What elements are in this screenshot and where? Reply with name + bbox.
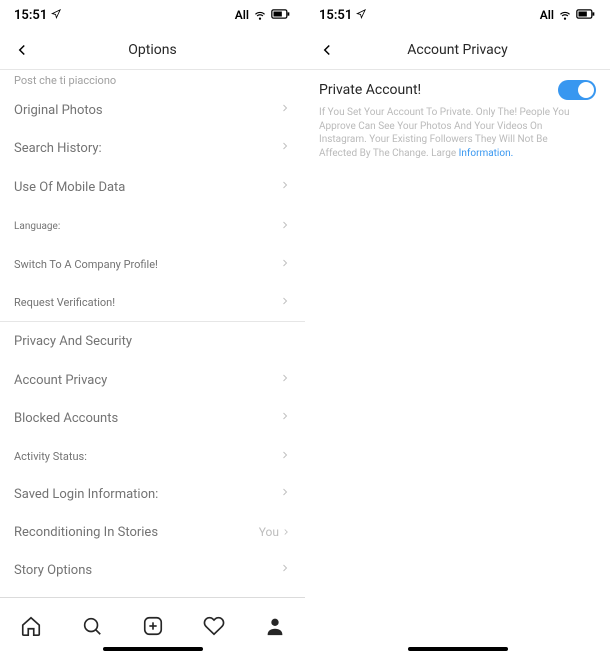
location-icon xyxy=(356,9,366,22)
item-account-privacy[interactable]: Account Privacy xyxy=(0,361,305,399)
page-title: Account Privacy xyxy=(407,42,508,58)
item-saved-login[interactable]: Saved Login Information: xyxy=(0,475,305,513)
info-link[interactable]: Information. xyxy=(459,148,514,159)
item-activity-status[interactable]: Activity Status: xyxy=(0,437,305,475)
chevron-right-icon xyxy=(279,486,291,502)
truncated-item: Post che ti piacciono xyxy=(0,70,305,91)
item-label: Switch To A Company Profile! xyxy=(14,258,158,271)
status-time: 15:51 xyxy=(14,8,47,23)
private-account-description: If You Set Your Account To Private. Only… xyxy=(319,106,596,160)
chevron-right-icon xyxy=(279,410,291,426)
back-button[interactable] xyxy=(10,38,34,62)
chevron-right-icon xyxy=(279,219,291,234)
status-bar: 15:51 All xyxy=(305,0,610,30)
profile-icon[interactable] xyxy=(264,615,286,641)
back-button[interactable] xyxy=(315,38,339,62)
chevron-right-icon xyxy=(279,449,291,464)
item-right-text: You xyxy=(259,525,291,539)
chevron-right-icon xyxy=(279,295,291,310)
location-icon xyxy=(51,9,61,22)
item-language[interactable]: Language: xyxy=(0,207,305,245)
wifi-icon xyxy=(253,7,267,24)
home-icon[interactable] xyxy=(20,615,42,641)
search-icon[interactable] xyxy=(81,615,103,641)
chevron-right-icon xyxy=(279,257,291,272)
item-request-verification[interactable]: Request Verification! xyxy=(0,283,305,321)
status-bar: 15:51 All xyxy=(0,0,305,30)
item-label: Reconditioning In Stories xyxy=(14,525,158,540)
chevron-right-icon xyxy=(279,102,291,118)
item-blocked-accounts[interactable]: Blocked Accounts xyxy=(0,399,305,437)
heart-icon[interactable] xyxy=(203,615,225,641)
item-label: Search History: xyxy=(14,141,102,156)
battery-icon xyxy=(271,8,291,23)
item-reconditioning-stories[interactable]: Reconditioning In Stories You xyxy=(0,513,305,551)
item-label: Activity Status: xyxy=(14,450,87,463)
section-privacy-security: Privacy And Security xyxy=(0,321,305,361)
header: Options xyxy=(0,30,305,70)
item-label: Saved Login Information: xyxy=(14,487,158,502)
private-account-label: Private Account! xyxy=(319,82,421,98)
item-label: Request Verification! xyxy=(14,296,115,309)
carrier-text: All xyxy=(540,8,554,22)
item-label: Blocked Accounts xyxy=(14,411,118,426)
header: Account Privacy xyxy=(305,30,610,70)
item-label: Use Of Mobile Data xyxy=(14,180,125,195)
item-label: Language: xyxy=(14,221,60,232)
chevron-left-icon xyxy=(13,41,31,59)
chevron-right-icon xyxy=(279,179,291,195)
item-search-history[interactable]: Search History: xyxy=(0,129,305,167)
page-title: Options xyxy=(128,42,176,58)
item-label: Story Options xyxy=(14,563,92,578)
wifi-icon xyxy=(558,7,572,24)
chevron-right-icon xyxy=(279,562,291,578)
item-story-options[interactable]: Story Options xyxy=(0,551,305,589)
chevron-right-icon xyxy=(281,527,291,537)
chevron-left-icon xyxy=(318,41,336,59)
item-label: Account Privacy xyxy=(14,373,107,388)
chevron-right-icon xyxy=(279,372,291,388)
status-time: 15:51 xyxy=(319,8,352,23)
item-company-profile[interactable]: Switch To A Company Profile! xyxy=(0,245,305,283)
home-indicator xyxy=(408,647,508,651)
chevron-right-icon xyxy=(279,140,291,156)
nav-bar xyxy=(0,597,305,657)
private-account-toggle[interactable] xyxy=(558,80,596,100)
item-original-photos[interactable]: Original Photos xyxy=(0,91,305,129)
carrier-text: All xyxy=(235,8,249,22)
add-icon[interactable] xyxy=(142,615,164,641)
battery-icon xyxy=(576,8,596,23)
home-indicator xyxy=(103,647,203,651)
item-mobile-data[interactable]: Use Of Mobile Data xyxy=(0,167,305,207)
item-label: Original Photos xyxy=(14,103,103,118)
